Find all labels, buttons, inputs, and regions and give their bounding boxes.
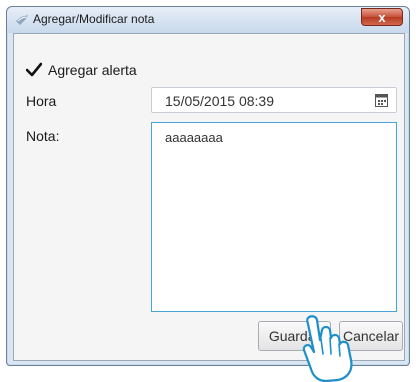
calendar-icon[interactable] [375, 94, 388, 107]
hora-datetime-input[interactable]: 15/05/2015 08:39 [151, 87, 397, 113]
close-icon: x [378, 9, 386, 25]
hand-pointer-cursor-icon [302, 315, 353, 382]
title-bar[interactable]: Agregar/Modificar nota x [7, 7, 409, 33]
hora-label: Hora [26, 93, 57, 109]
alert-checkbox-label[interactable]: Agregar alerta [48, 62, 137, 78]
nota-value[interactable]: aaaaaaaa [165, 130, 223, 145]
dialog-body: Agregar alerta Hora 15/05/2015 08:39 Not… [13, 33, 405, 361]
close-button[interactable]: x [361, 8, 403, 26]
dialog-window: Agregar/Modificar nota x Agregar alerta … [6, 6, 410, 366]
alert-checkbox[interactable]: Agregar alerta [26, 60, 137, 80]
window-title: Agregar/Modificar nota [33, 12, 155, 26]
hora-value[interactable]: 15/05/2015 08:39 [165, 93, 274, 109]
checkmark-icon[interactable] [26, 62, 42, 78]
nota-textarea[interactable]: aaaaaaaa [151, 122, 397, 312]
nota-label: Nota: [26, 128, 60, 144]
app-icon [16, 15, 28, 25]
